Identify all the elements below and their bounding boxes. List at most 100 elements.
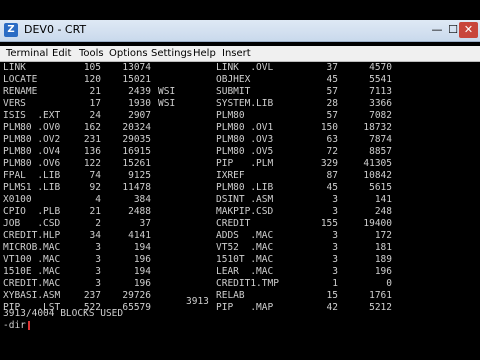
- file-blocks: 3: [95, 254, 101, 265]
- menu-terminal[interactable]: Terminal: [6, 47, 48, 61]
- file-name: PLM80 .OV5: [216, 146, 274, 157]
- listing-row: VERS 17 1930 WSI: [3, 98, 203, 110]
- file-blocks: 45: [326, 182, 338, 193]
- file-name: IXREF: [216, 170, 245, 181]
- file-size: 1930: [128, 98, 151, 109]
- file-blocks: 155: [320, 218, 338, 229]
- file-name: CREDIT.HLP: [3, 230, 61, 241]
- file-size: 3366: [369, 98, 392, 109]
- file-size: 37: [139, 218, 151, 229]
- file-size: 0: [386, 278, 392, 289]
- file-blocks: 92: [89, 182, 101, 193]
- listing-row: PIP .PLM 329 41305: [216, 158, 480, 170]
- listing-row: PLM80 .OV3 63 7874: [216, 134, 480, 146]
- listing-right-column: LINK .OVL 37 4570 OBJHEX 45 5541 SUBMIT 57 7113 S…: [216, 62, 480, 314]
- file-name: XYBASI.ASM: [3, 290, 61, 301]
- listing-row: RENAME 21 2439 WSI: [3, 86, 203, 98]
- listing-row: PLM80 .LIB 45 5615: [216, 182, 480, 194]
- text-cursor: [27, 321, 30, 330]
- file-blocks: 72: [326, 146, 338, 157]
- file-blocks: 3: [332, 254, 338, 265]
- menu-options[interactable]: Options: [109, 47, 148, 61]
- file-blocks: 3: [95, 266, 101, 277]
- window-title: DEV0 - CRT: [24, 23, 87, 36]
- listing-row: PLM80 .OV1 150 18732: [216, 122, 480, 134]
- listing-row: SYSTEM.LIB 28 3366: [216, 98, 480, 110]
- menu-bar: Terminal Edit Tools Options Settings Hel…: [0, 46, 480, 62]
- terminal-app-icon[interactable]: Z: [4, 23, 18, 37]
- listing-row: LINK .OVL 37 4570: [216, 62, 480, 74]
- command-prompt[interactable]: -dir: [3, 320, 30, 332]
- listing-row: RELAB 15 1761: [216, 290, 480, 302]
- file-size: 13074: [122, 62, 151, 73]
- file-user: WSI: [158, 98, 176, 109]
- listing-row: XYBASI.ASM 237 29726: [3, 290, 203, 302]
- file-size: 194: [133, 266, 151, 277]
- file-blocks: 122: [83, 158, 101, 169]
- listing-row: PLM80 .OV6 122 15261: [3, 158, 203, 170]
- file-name: PIP .PLM: [216, 158, 274, 169]
- file-name: RENAME: [3, 86, 38, 97]
- file-user: WSI: [158, 86, 176, 97]
- file-blocks: 42: [326, 302, 338, 313]
- listing-row: CPIO .PLB 21 2488: [3, 206, 203, 218]
- listing-row: X0100 4 384: [3, 194, 203, 206]
- file-blocks: 237: [83, 290, 101, 301]
- file-name: LEAR .MAC: [216, 266, 274, 277]
- file-blocks: 57: [326, 86, 338, 97]
- file-name: RELAB: [216, 290, 245, 301]
- menu-insert[interactable]: Insert: [222, 47, 251, 61]
- listing-row: MAKPIP.CSD 3 248: [216, 206, 480, 218]
- file-name: OBJHEX: [216, 74, 251, 85]
- file-size: 15261: [122, 158, 151, 169]
- menu-tools[interactable]: Tools: [79, 47, 104, 61]
- listing-row: ISIS .EXT 24 2907: [3, 110, 203, 122]
- file-blocks: 329: [320, 158, 338, 169]
- terminal-screen[interactable]: LINK 105 13074 LOCATE 120 15021 RENAME 21 2439 WS…: [0, 62, 480, 347]
- file-size: 4141: [128, 230, 151, 241]
- listing-row: PLM80 57 7082: [216, 110, 480, 122]
- file-name: SYSTEM.LIB: [216, 98, 274, 109]
- menu-help[interactable]: Help: [193, 47, 216, 61]
- listing-row: 1510E .MAC 3 194: [3, 266, 203, 278]
- listing-row: PLM80 .OV4 136 16915: [3, 146, 203, 158]
- listing-row: PLM80 .OV5 72 8857: [216, 146, 480, 158]
- prompt-text: -dir: [3, 320, 26, 331]
- close-button[interactable]: ✕: [459, 22, 478, 38]
- listing-row: CREDIT.HLP 34 4141: [3, 230, 203, 242]
- file-name: CREDIT1.TMP: [216, 278, 279, 289]
- menu-edit[interactable]: Edit: [52, 47, 71, 61]
- file-blocks: 28: [326, 98, 338, 109]
- blocks-used-status: 3913/4004 BLOCKS USED: [3, 308, 124, 319]
- listing-row: MICROB.MAC 3 194: [3, 242, 203, 254]
- file-name: CREDIT.MAC: [3, 278, 61, 289]
- title-bar: Z DEV0 - CRT — ☐ ✕: [0, 20, 480, 42]
- file-name: VT100 .MAC: [3, 254, 61, 265]
- menu-settings[interactable]: Settings: [151, 47, 192, 61]
- file-name: PLM80: [216, 110, 245, 121]
- listing-row: IXREF 87 10842: [216, 170, 480, 182]
- minimize-button[interactable]: —: [430, 22, 444, 38]
- listing-row: 1510T .MAC 3 189: [216, 254, 480, 266]
- file-size: 5541: [369, 74, 392, 85]
- file-blocks: 45: [326, 74, 338, 85]
- file-size: 5615: [369, 182, 392, 193]
- file-size: 196: [374, 266, 392, 277]
- file-size: 5212: [369, 302, 392, 313]
- file-blocks: 3: [95, 242, 101, 253]
- listing-row: LINK 105 13074: [3, 62, 203, 74]
- file-blocks: 3: [95, 278, 101, 289]
- file-name: CPIO .PLB: [3, 206, 61, 217]
- file-blocks: 34: [89, 230, 101, 241]
- file-name: JOB .CSD: [3, 218, 61, 229]
- file-blocks: 57: [326, 110, 338, 121]
- file-blocks: 3: [332, 230, 338, 241]
- file-blocks: 150: [320, 122, 338, 133]
- file-blocks: 17: [89, 98, 101, 109]
- file-name: PLM80 .OV2: [3, 134, 61, 145]
- listing-row: SUBMIT 57 7113: [216, 86, 480, 98]
- file-size: 2439: [128, 86, 151, 97]
- maximize-button[interactable]: ☐: [447, 22, 459, 38]
- file-name: ADDS .MAC: [216, 230, 274, 241]
- file-name: LOCATE: [3, 74, 38, 85]
